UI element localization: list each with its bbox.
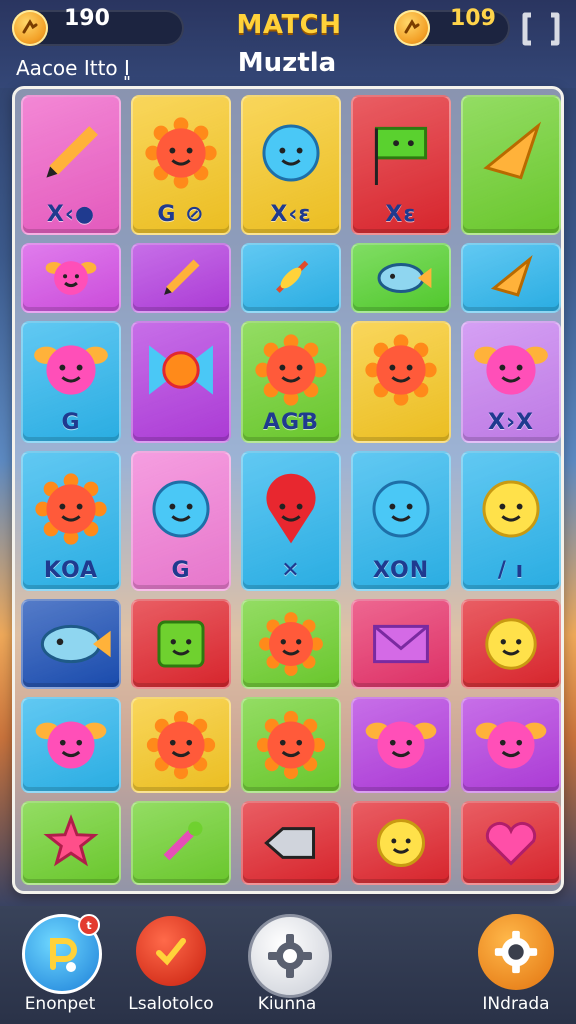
tile[interactable]: AGƁ (241, 321, 341, 443)
tile[interactable] (351, 697, 451, 793)
tile-label: G ⊘ (157, 202, 205, 227)
tile[interactable] (351, 243, 451, 313)
tile-label: XON (372, 558, 430, 583)
tile[interactable] (461, 243, 561, 313)
nav-button-3[interactable] (478, 914, 554, 990)
tile[interactable] (241, 243, 341, 313)
coin-icon (12, 10, 48, 46)
tile[interactable] (131, 697, 231, 793)
tile[interactable]: G (21, 321, 121, 443)
exit-button[interactable] (520, 10, 562, 48)
tile[interactable] (461, 599, 561, 689)
tile[interactable]: X‹ε (241, 95, 341, 235)
level-text: Aacoe Itto I͈ (16, 56, 130, 80)
tile-label: / ı (497, 558, 525, 583)
notification-badge: t (78, 914, 100, 936)
tile[interactable] (351, 321, 451, 443)
tile-label: KOA (43, 558, 99, 583)
tile[interactable] (351, 801, 451, 885)
exit-icon (522, 12, 560, 46)
tile[interactable] (21, 697, 121, 793)
tile[interactable]: X‹● (21, 95, 121, 235)
tile[interactable] (131, 599, 231, 689)
tile-label: Xε (385, 202, 417, 227)
tile[interactable]: G (131, 451, 231, 591)
tile[interactable] (461, 801, 561, 885)
tile-label: ✕ (281, 558, 301, 583)
game-subtitle: Muztla (237, 48, 337, 78)
tile-label: AGƁ (263, 410, 319, 435)
tile[interactable] (241, 697, 341, 793)
gear-icon (268, 934, 312, 978)
nav-label-0: Enonpet (24, 994, 96, 1014)
tile[interactable]: Xε (351, 95, 451, 235)
right-counter: 109 (450, 6, 496, 31)
tile-label: G (61, 410, 81, 435)
nav-label-1: Lsalotolco (128, 994, 214, 1014)
nav-button-1[interactable] (136, 916, 206, 986)
tile[interactable] (131, 243, 231, 313)
tile[interactable] (241, 801, 341, 885)
tile[interactable]: / ı (461, 451, 561, 591)
tile-label: G (171, 558, 191, 583)
tile[interactable]: KOA (21, 451, 121, 591)
coin-icon (394, 10, 430, 46)
tile[interactable] (131, 321, 231, 443)
p-character-icon (50, 938, 77, 972)
tile[interactable] (461, 697, 561, 793)
game-title: MATCH (236, 10, 342, 40)
tile[interactable] (241, 599, 341, 689)
nav-label-3: INdrada (482, 994, 550, 1014)
nav-button-2[interactable] (248, 914, 332, 998)
tile[interactable] (461, 95, 561, 235)
gear-icon (494, 930, 538, 974)
tile[interactable]: X›X (461, 321, 561, 443)
game-board: X‹● G ⊘ X‹ε Xε G AGƁ X›X KOA G ✕ XON / ı (12, 86, 564, 894)
tile[interactable] (131, 801, 231, 885)
tile-label: X›X (488, 410, 534, 435)
tile[interactable]: G ⊘ (131, 95, 231, 235)
left-counter: 190 (64, 6, 110, 31)
tile[interactable] (21, 801, 121, 885)
tile[interactable] (351, 599, 451, 689)
nav-label-2: Kiunna (257, 994, 317, 1014)
tile[interactable]: XON (351, 451, 451, 591)
tile[interactable]: ✕ (241, 451, 341, 591)
tile[interactable] (21, 599, 121, 689)
check-bubble-icon (156, 938, 186, 966)
tile[interactable] (21, 243, 121, 313)
tile-label: X‹ε (270, 202, 312, 227)
tile-label: X‹● (46, 202, 96, 227)
